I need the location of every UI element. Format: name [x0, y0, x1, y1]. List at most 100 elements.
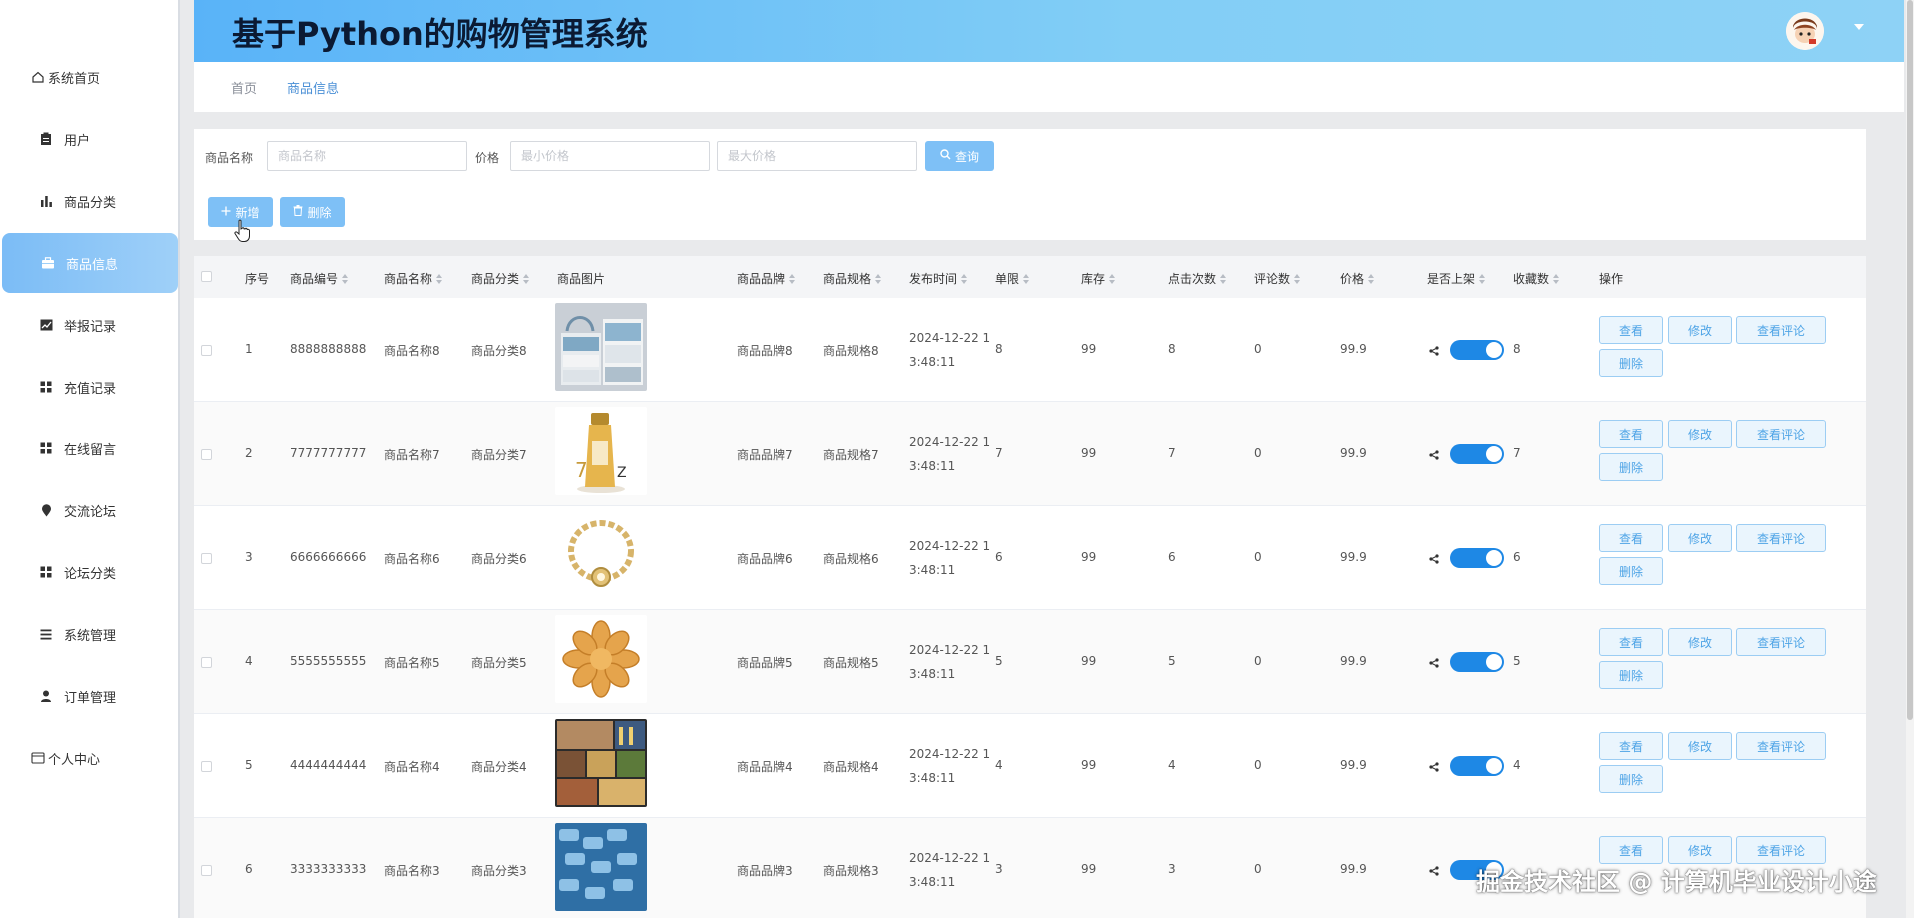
search-panel: 商品名称 价格 查询 新增 删除 [194, 129, 1866, 240]
cell-time: 2024-12-22 13:48:11 [909, 742, 999, 790]
view-button[interactable]: 查看 [1599, 732, 1663, 760]
min-price-input[interactable] [510, 141, 710, 171]
sort-icon[interactable] [961, 274, 967, 284]
table-row: 3 6666666666 商品名称6 商品分类6 商品品牌6 商品规格6 202… [194, 506, 1866, 610]
view-button[interactable]: 查看 [1599, 420, 1663, 448]
product-name-input[interactable] [267, 141, 467, 171]
row-checkbox[interactable] [201, 865, 212, 876]
row-checkbox[interactable] [201, 761, 212, 772]
header-onshelf[interactable]: 是否上架 [1427, 270, 1485, 287]
sidebar-item-forum[interactable]: 交流论坛 [0, 481, 180, 539]
view-comments-button[interactable]: 查看评论 [1736, 628, 1826, 656]
edit-button[interactable]: 修改 [1668, 420, 1732, 448]
sort-icon[interactable] [1294, 274, 1300, 284]
view-comments-button[interactable]: 查看评论 [1736, 524, 1826, 552]
row-delete-button[interactable]: 删除 [1599, 661, 1663, 689]
view-comments-button[interactable]: 查看评论 [1736, 732, 1826, 760]
edit-button[interactable]: 修改 [1668, 732, 1732, 760]
query-button[interactable]: 查询 [925, 141, 994, 171]
header-time[interactable]: 发布时间 [909, 270, 967, 287]
onshelf-toggle[interactable] [1450, 548, 1504, 568]
sidebar-item-forum-category[interactable]: 论坛分类 [0, 543, 180, 601]
avatar[interactable] [1786, 12, 1824, 50]
table-row: 1 8888888888 商品名称8 商品分类8 商品品牌8 商品规格8 202… [194, 298, 1866, 402]
row-delete-button[interactable]: 删除 [1599, 349, 1663, 377]
view-comments-button[interactable]: 查看评论 [1736, 420, 1826, 448]
row-delete-button[interactable]: 删除 [1599, 557, 1663, 585]
table-row: 2 7777777777 商品名称7 商品分类7 7 Z 商品品牌7 商品规格7… [194, 402, 1866, 506]
cell-price: 99.9 [1340, 758, 1367, 772]
cell-spec: 商品规格4 [823, 758, 879, 775]
row-checkbox[interactable] [201, 553, 212, 564]
sidebar-item-product-info[interactable]: 商品信息 [2, 233, 178, 293]
select-all-checkbox[interactable] [201, 271, 212, 282]
sort-icon[interactable] [436, 274, 442, 284]
onshelf-toggle[interactable] [1450, 652, 1504, 672]
sidebar-item-orders[interactable]: 订单管理 [0, 667, 180, 725]
sort-icon[interactable] [1553, 274, 1559, 284]
header-comments[interactable]: 评论数 [1254, 270, 1300, 287]
sort-icon[interactable] [1368, 274, 1374, 284]
sort-icon[interactable] [523, 274, 529, 284]
row-delete-button[interactable]: 删除 [1599, 765, 1663, 793]
sort-icon[interactable] [789, 274, 795, 284]
row-checkbox[interactable] [201, 449, 212, 460]
svg-text:7: 7 [575, 458, 588, 482]
view-button[interactable]: 查看 [1599, 628, 1663, 656]
sort-icon[interactable] [875, 274, 881, 284]
cell-spec: 商品规格7 [823, 446, 879, 463]
header-brand[interactable]: 商品品牌 [737, 270, 795, 287]
row-checkbox[interactable] [201, 657, 212, 668]
cell-name: 商品名称4 [384, 758, 440, 775]
header-code[interactable]: 商品编号 [290, 270, 348, 287]
row-checkbox[interactable] [201, 345, 212, 356]
header-comments-label: 评论数 [1254, 272, 1290, 286]
header-category[interactable]: 商品分类 [471, 270, 529, 287]
sort-icon[interactable] [1109, 274, 1115, 284]
view-comments-button[interactable]: 查看评论 [1736, 316, 1826, 344]
header-stock[interactable]: 库存 [1081, 270, 1115, 287]
sidebar-item-reports[interactable]: 举报记录 [0, 296, 180, 354]
onshelf-toggle[interactable] [1450, 340, 1504, 360]
header-clicks[interactable]: 点击次数 [1168, 270, 1226, 287]
sidebar-item-profile[interactable]: 个人中心 [0, 729, 180, 787]
sort-icon[interactable] [342, 274, 348, 284]
chevron-down-icon[interactable] [1854, 24, 1864, 30]
cell-brand: 商品品牌8 [737, 342, 793, 359]
sidebar-item-messages[interactable]: 在线留言 [0, 419, 180, 477]
sort-icon[interactable] [1479, 274, 1485, 284]
view-button[interactable]: 查看 [1599, 524, 1663, 552]
onshelf-toggle[interactable] [1450, 444, 1504, 464]
sidebar-item-label: 交流论坛 [64, 501, 116, 520]
edit-button[interactable]: 修改 [1668, 628, 1732, 656]
cell-spec: 商品规格3 [823, 862, 879, 879]
header-name[interactable]: 商品名称 [384, 270, 442, 287]
edit-button[interactable]: 修改 [1668, 316, 1732, 344]
max-price-input[interactable] [717, 141, 917, 171]
header-spec[interactable]: 商品规格 [823, 270, 881, 287]
sort-icon[interactable] [1220, 274, 1226, 284]
edit-button[interactable]: 修改 [1668, 524, 1732, 552]
sidebar-item-recharge[interactable]: 充值记录 [0, 358, 180, 416]
header-favorites[interactable]: 收藏数 [1513, 270, 1559, 287]
breadcrumb-current[interactable]: 商品信息 [287, 78, 339, 97]
cell-clicks: 4 [1168, 758, 1176, 772]
sidebar-item-home[interactable]: 系统首页 [0, 48, 180, 106]
sort-icon[interactable] [1023, 274, 1029, 284]
share-icon [1429, 866, 1439, 876]
view-button[interactable]: 查看 [1599, 836, 1663, 864]
cell-clicks: 7 [1168, 446, 1176, 460]
vertical-scrollbar-thumb[interactable] [1907, 0, 1913, 720]
row-delete-button[interactable]: 删除 [1599, 453, 1663, 481]
sidebar-item-product-category[interactable]: 商品分类 [0, 172, 180, 230]
edit-button[interactable]: 修改 [1668, 836, 1732, 864]
header-limit[interactable]: 单限 [995, 270, 1029, 287]
sidebar-item-system[interactable]: 系统管理 [0, 605, 180, 663]
delete-button[interactable]: 删除 [280, 197, 345, 227]
view-comments-button[interactable]: 查看评论 [1736, 836, 1826, 864]
header-price[interactable]: 价格 [1340, 270, 1374, 287]
sidebar-item-users[interactable]: 用户 [0, 110, 180, 168]
onshelf-toggle[interactable] [1450, 756, 1504, 776]
breadcrumb-home[interactable]: 首页 [231, 78, 257, 97]
view-button[interactable]: 查看 [1599, 316, 1663, 344]
